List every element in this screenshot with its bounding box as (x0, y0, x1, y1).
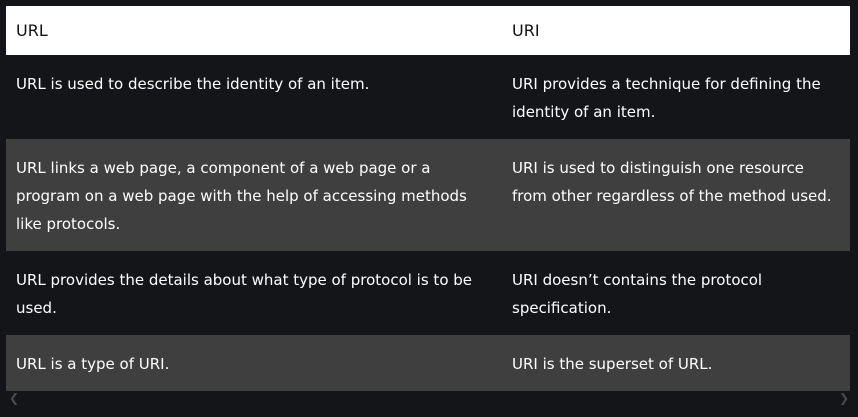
table-row: URL is a type of URI. URI is the superse… (6, 335, 850, 391)
table-cell-uri: URI is the superset of URL. (502, 335, 850, 391)
horizontal-scrollbar[interactable]: ❮ ❯ (0, 389, 858, 407)
table-cell-uri: URI doesn’t contains the protocol specif… (502, 251, 850, 335)
table-row: URL provides the details about what type… (6, 251, 850, 335)
table-cell-url: URL links a web page, a component of a w… (6, 139, 502, 251)
table-cell-uri: URI provides a technique for defining th… (502, 55, 850, 139)
table-row: URL links a web page, a component of a w… (6, 139, 850, 251)
chevron-left-icon[interactable]: ❮ (9, 389, 19, 407)
chevron-right-icon[interactable]: ❯ (839, 389, 849, 407)
column-header-url: URL (6, 6, 502, 55)
table-cell-url: URL is used to describe the identity of … (6, 55, 502, 139)
table-header-row: URL URI (6, 6, 850, 55)
comparison-table-container: URL URI URL is used to describe the iden… (0, 0, 858, 417)
table-cell-url: URL provides the details about what type… (6, 251, 502, 335)
comparison-table: URL URI URL is used to describe the iden… (6, 6, 850, 391)
table-cell-url: URL is a type of URI. (6, 335, 502, 391)
table-row: URL is used to describe the identity of … (6, 55, 850, 139)
table-cell-uri: URI is used to distinguish one resource … (502, 139, 850, 251)
column-header-uri: URI (502, 6, 850, 55)
